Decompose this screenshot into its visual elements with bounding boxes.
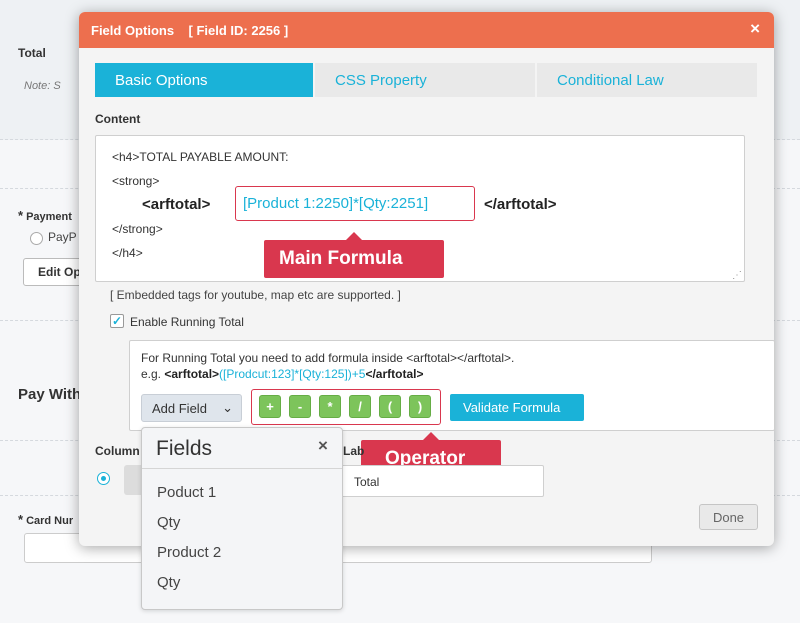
- field-item-product-2[interactable]: Product 2: [157, 544, 221, 561]
- validate-formula-button[interactable]: Validate Formula: [450, 394, 584, 421]
- add-field-button[interactable]: Add Field ⌄: [141, 394, 242, 422]
- resize-grip-icon[interactable]: ⋰: [732, 270, 742, 281]
- modal-header: Field Options [ Field ID: 2256 ] ×: [79, 12, 774, 48]
- example-open-tag: <arftotal>: [164, 367, 220, 381]
- close-icon[interactable]: ×: [750, 19, 760, 39]
- field-item-qty[interactable]: Qty: [157, 574, 180, 591]
- field-item-qty[interactable]: Qty: [157, 514, 180, 531]
- fields-dropdown: Fields × Poduct 1 Qty Product 2 Qty: [141, 427, 343, 610]
- total-label: Total: [18, 46, 46, 60]
- running-total-info: For Running Total you need to add formul…: [141, 351, 515, 365]
- tab-bar: Basic Options CSS Property Conditional L…: [95, 63, 757, 97]
- paypal-option-label: PayP: [48, 230, 77, 244]
- operator-open-paren-button[interactable]: (: [379, 395, 401, 418]
- paypal-radio[interactable]: [30, 232, 43, 245]
- chevron-down-icon: ⌄: [222, 400, 233, 415]
- modal-title: Field Options [ Field ID: 2256 ]: [91, 23, 288, 38]
- fields-title: Fields: [156, 437, 213, 460]
- content-line: </h4>: [112, 246, 143, 260]
- close-icon[interactable]: ×: [318, 436, 328, 456]
- operator-group: + - * / ( ): [251, 389, 441, 425]
- operator-plus-button[interactable]: +: [259, 395, 281, 418]
- column-radio[interactable]: [97, 472, 110, 485]
- arftotal-close-tag: </arftotal>: [484, 196, 557, 213]
- running-total-checkbox[interactable]: ✓: [110, 314, 124, 328]
- running-total-example: e.g. <arftotal>([Prodcut:123]*[Qty:125])…: [141, 367, 424, 381]
- example-prefix: e.g.: [141, 367, 165, 381]
- divider: [142, 468, 342, 469]
- operator-multiply-button[interactable]: *: [319, 395, 341, 418]
- field-id: [ Field ID: 2256 ]: [188, 23, 289, 38]
- content-line: <h4>TOTAL PAYABLE AMOUNT:: [112, 150, 289, 164]
- content-line: </strong>: [112, 222, 163, 236]
- column-label: Column: [95, 444, 140, 458]
- operator-divide-button[interactable]: /: [349, 395, 371, 418]
- add-field-label: Add Field: [152, 401, 207, 416]
- modal-title-text: Field Options: [91, 23, 175, 38]
- payment-label: * Payment: [18, 208, 72, 223]
- card-number-label: * Card Nur: [18, 512, 73, 527]
- field-item-product-1[interactable]: Poduct 1: [157, 484, 216, 501]
- required-star: *: [18, 512, 24, 527]
- embedded-tags-note: [ Embedded tags for youtube, map etc are…: [110, 288, 401, 302]
- payment-label-text: Payment: [26, 211, 72, 223]
- main-formula: [Product 1:2250]*[Qty:2251]: [235, 186, 475, 221]
- content-label: Content: [95, 112, 141, 126]
- main-formula-callout: Main Formula: [264, 232, 444, 278]
- running-total-label: Enable Running Total: [130, 315, 244, 329]
- arftotal-open-tag: <arftotal>: [142, 196, 211, 213]
- done-button[interactable]: Done: [699, 504, 758, 530]
- running-total-panel: For Running Total you need to add formul…: [129, 340, 775, 431]
- card-number-label-text: Card Nur: [26, 515, 74, 527]
- total-note: Note: S: [24, 80, 61, 92]
- label-label: Lab: [343, 444, 365, 458]
- operator-close-paren-button[interactable]: ): [409, 395, 431, 418]
- example-formula: ([Prodcut:123]*[Qty:125])+5: [219, 367, 366, 381]
- tab-css-property[interactable]: CSS Property: [313, 63, 535, 97]
- pay-with-heading: Pay With: [18, 386, 82, 403]
- tab-basic-options[interactable]: Basic Options: [95, 63, 313, 97]
- operator-minus-button[interactable]: -: [289, 395, 311, 418]
- required-star: *: [18, 208, 24, 223]
- content-line: <strong>: [112, 174, 160, 188]
- tab-conditional-law[interactable]: Conditional Law: [535, 63, 757, 97]
- label-input[interactable]: Total: [341, 465, 544, 497]
- example-close-tag: </arftotal>: [365, 367, 424, 381]
